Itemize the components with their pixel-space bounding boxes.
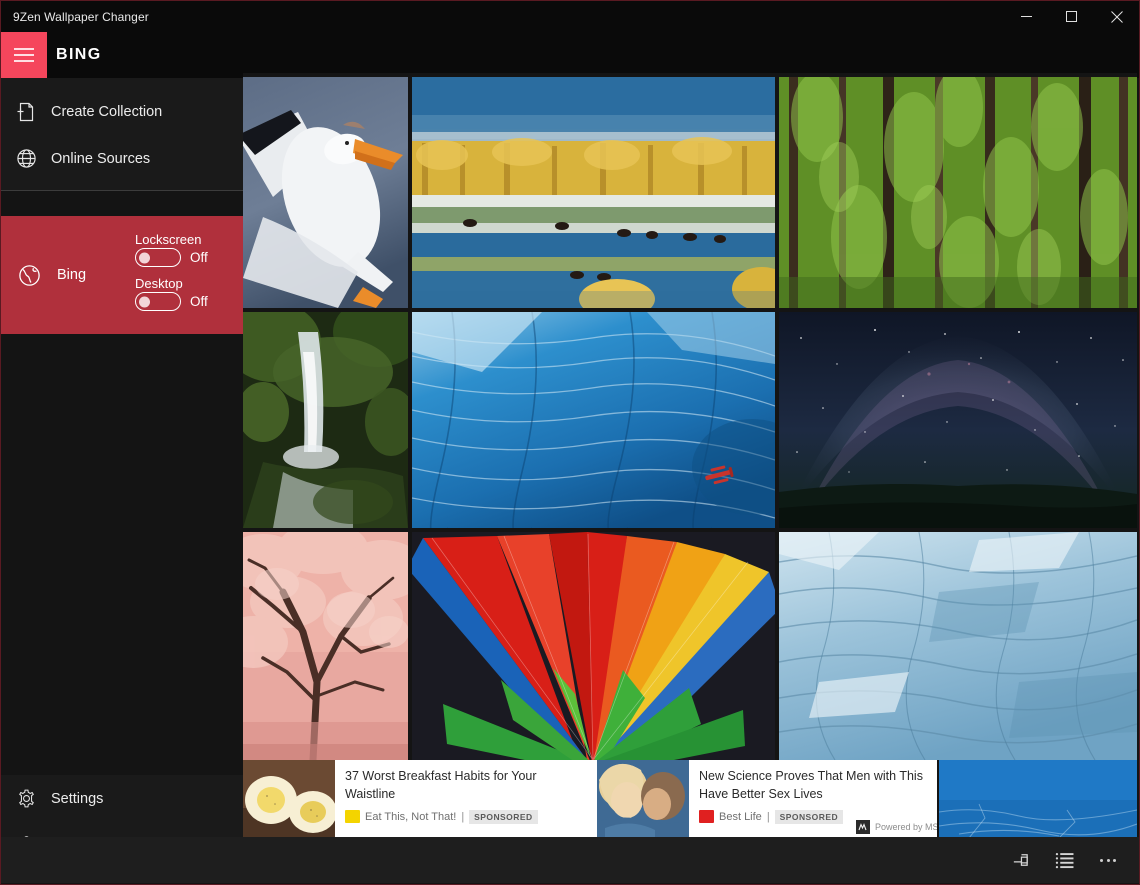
sidebar-item-label: Create Collection (51, 103, 163, 120)
ad-body: 37 Worst Breakfast Habits for Your Waist… (335, 760, 597, 838)
app-window: 9Zen Wallpaper Changer BING Create Colle… (0, 0, 1140, 885)
title-bar: 9Zen Wallpaper Changer (1, 1, 1139, 32)
wallpaper-tile[interactable] (779, 532, 1137, 760)
minimize-button[interactable] (1004, 1, 1049, 32)
ad-source: Eat This, Not That! (365, 810, 457, 823)
desktop-toggle[interactable] (135, 292, 181, 311)
maximize-button[interactable] (1049, 1, 1094, 32)
ad-title: 37 Worst Breakfast Habits for Your Waist… (345, 769, 537, 801)
ad-thumbnail (597, 760, 689, 838)
wallpaper-tile[interactable] (412, 77, 775, 308)
bottom-toolbar (1, 837, 1139, 883)
wallpaper-tile[interactable] (243, 532, 408, 760)
wallpaper-tile[interactable] (243, 77, 408, 308)
wallpaper-tile[interactable] (412, 312, 775, 528)
ad-separator: | (766, 810, 770, 823)
toggle-label-desktop: Desktop (135, 276, 183, 291)
ad-item[interactable]: 37 Worst Breakfast Habits for Your Waist… (243, 760, 597, 838)
toggle-row-desktop: Off (135, 292, 237, 311)
source-item-bing[interactable]: Bing Lockscreen Off Desktop Off (1, 216, 243, 334)
page-title: BING (56, 46, 102, 63)
msn-logo-icon (855, 820, 870, 834)
sponsored-ad-bar: 37 Worst Breakfast Habits for Your Waist… (243, 760, 937, 838)
ad-item[interactable]: New Science Proves That Men with This Ha… (597, 760, 937, 838)
ad-separator: | (461, 810, 465, 823)
ad-source-logo (345, 810, 360, 823)
wallpaper-tile[interactable] (412, 532, 775, 760)
ad-thumbnail (243, 760, 335, 838)
ad-meta: Eat This, Not That! | SPONSORED (345, 809, 587, 824)
ad-source-logo (699, 810, 714, 823)
sidebar-item-label: Online Sources (51, 150, 151, 167)
toggle-label-lockscreen: Lockscreen (135, 232, 202, 247)
source-toggles: Lockscreen Off Desktop Off (135, 232, 243, 318)
source-name: Bing (57, 267, 87, 283)
sidebar-nav-top: Create Collection Online Sources (1, 78, 243, 191)
wallpaper-tile[interactable] (779, 77, 1137, 308)
app-header: BING (1, 32, 1139, 78)
list-view-icon[interactable] (1045, 843, 1083, 877)
window-title: 9Zen Wallpaper Changer (13, 9, 149, 24)
sidebar-item-label: Settings (51, 790, 104, 807)
source-list: Bing Lockscreen Off Desktop Off (1, 191, 243, 775)
close-button[interactable] (1094, 1, 1139, 32)
window-controls (1004, 1, 1139, 32)
ad-sponsored-badge: SPONSORED (774, 809, 844, 824)
wallpaper-tile[interactable] (939, 760, 1137, 838)
ad-source: Best Life (719, 810, 762, 823)
hamburger-icon[interactable] (1, 32, 47, 78)
sidebar-item-online-sources[interactable]: Online Sources (1, 135, 243, 182)
msn-text: Powered by MSN (874, 822, 937, 832)
ad-title: New Science Proves That Men with This Ha… (699, 769, 923, 801)
powered-by-msn: Powered by MSN (855, 820, 937, 834)
new-page-icon (1, 102, 51, 122)
wallpaper-grid (243, 73, 1137, 760)
sidebar: Create Collection Online Sources Bing Lo… (1, 78, 243, 883)
pin-icon[interactable] (1001, 843, 1039, 877)
toggle-row-lockscreen: Off (135, 248, 237, 267)
wallpaper-tile[interactable] (243, 312, 408, 528)
globe-icon (1, 264, 57, 286)
sidebar-item-create-collection[interactable]: Create Collection (1, 88, 243, 135)
lockscreen-toggle-state: Off (190, 250, 208, 265)
lockscreen-toggle[interactable] (135, 248, 181, 267)
globe-icon (1, 149, 51, 168)
wallpaper-tile[interactable] (779, 312, 1137, 528)
ad-sponsored-badge: SPONSORED (469, 809, 538, 824)
desktop-toggle-state: Off (190, 294, 208, 309)
gear-icon (1, 789, 51, 808)
more-options-icon[interactable] (1089, 843, 1127, 877)
sidebar-item-settings[interactable]: Settings (1, 775, 243, 822)
